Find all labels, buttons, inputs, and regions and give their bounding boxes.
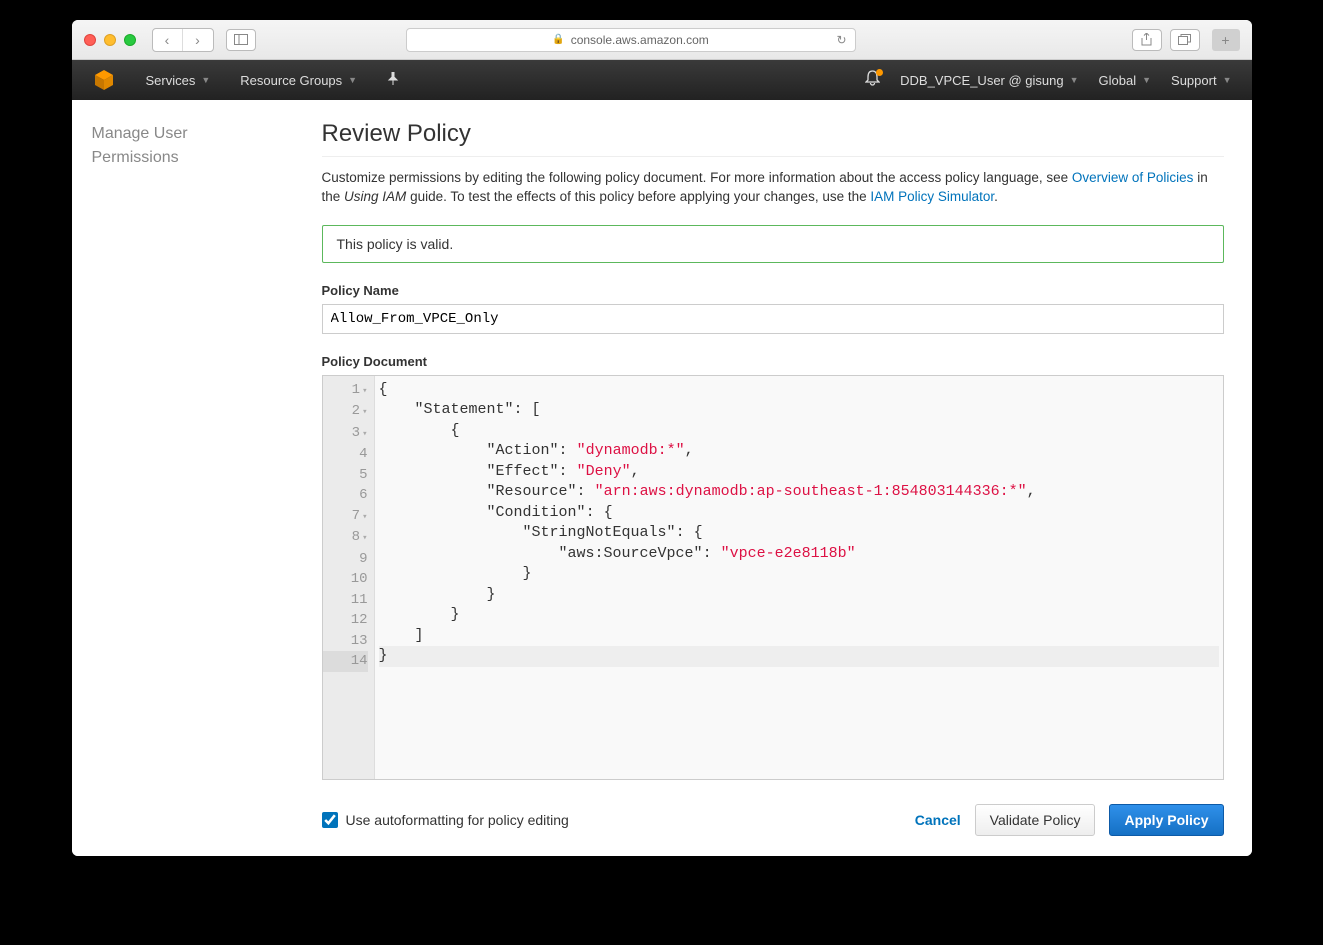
reload-icon[interactable]: ↻ [836,33,846,47]
tabs-icon [1178,34,1191,45]
page-description: Customize permissions by editing the fol… [322,169,1224,207]
main-content: Review Policy Customize permissions by e… [302,100,1252,856]
policy-name-label: Policy Name [322,283,1224,298]
validation-message: This policy is valid. [322,225,1224,263]
pin-icon[interactable] [387,72,399,89]
autoformat-checkbox[interactable]: Use autoformatting for policy editing [322,812,569,828]
page-title: Review Policy [322,120,1224,157]
tabs-button[interactable] [1170,29,1200,51]
services-label: Services [146,73,196,88]
forward-button[interactable]: › [183,29,213,51]
maximize-window-button[interactable] [124,34,136,46]
traffic-lights [84,34,136,46]
browser-right-controls: + [1132,29,1240,51]
content-area: Manage User Permissions Review Policy Cu… [72,100,1252,856]
overview-link[interactable]: Overview of Policies [1072,170,1194,185]
browser-chrome: ‹ › 🔒 console.aws.amazon.com ↻ + [72,20,1252,60]
user-label: DDB_VPCE_User @ gisung [900,73,1063,88]
share-icon [1141,33,1152,46]
bottom-bar: Use autoformatting for policy editing Ca… [322,804,1224,836]
aws-header: Services ▼ Resource Groups ▼ DDB_VPCE_Us… [72,60,1252,100]
minimize-window-button[interactable] [104,34,116,46]
policy-document-label: Policy Document [322,354,1224,369]
simulator-link[interactable]: IAM Policy Simulator [870,189,994,204]
resource-groups-menu[interactable]: Resource Groups ▼ [240,73,357,88]
region-menu[interactable]: Global ▼ [1099,73,1152,88]
close-window-button[interactable] [84,34,96,46]
url-text: console.aws.amazon.com [571,33,709,47]
region-label: Global [1099,73,1137,88]
cancel-button[interactable]: Cancel [915,812,961,828]
nav-buttons: ‹ › [152,28,214,52]
bottom-actions: Cancel Validate Policy Apply Policy [915,804,1224,836]
sidebar-icon [234,34,248,45]
policy-document-editor[interactable]: 1234567891011121314 { "Statement": [ { "… [322,375,1224,780]
sidebar-title-line2: Permissions [92,146,282,170]
notifications-icon[interactable] [865,70,880,91]
resource-groups-label: Resource Groups [240,73,342,88]
chevron-down-icon: ▼ [201,75,210,85]
apply-policy-button[interactable]: Apply Policy [1109,804,1223,836]
validate-policy-button[interactable]: Validate Policy [975,804,1096,836]
chevron-down-icon: ▼ [1142,75,1151,85]
chevron-down-icon: ▼ [1070,75,1079,85]
sidebar-title-line1: Manage User [92,122,282,146]
lock-icon: 🔒 [552,34,564,45]
editor-body[interactable]: { "Statement": [ { "Action": "dynamodb:*… [375,376,1223,779]
header-right: DDB_VPCE_User @ gisung ▼ Global ▼ Suppor… [865,70,1231,91]
user-menu[interactable]: DDB_VPCE_User @ gisung ▼ [900,73,1078,88]
services-menu[interactable]: Services ▼ [146,73,211,88]
browser-window: ‹ › 🔒 console.aws.amazon.com ↻ + Service… [72,20,1252,856]
autoformat-input[interactable] [322,812,338,828]
address-bar[interactable]: 🔒 console.aws.amazon.com ↻ [406,28,856,52]
editor-gutter: 1234567891011121314 [323,376,375,779]
new-tab-button[interactable]: + [1212,29,1240,51]
sidebar-toggle-button[interactable] [226,29,256,51]
back-button[interactable]: ‹ [153,29,183,51]
share-button[interactable] [1132,29,1162,51]
aws-cube-icon [92,68,116,92]
support-label: Support [1171,73,1217,88]
autoformat-label: Use autoformatting for policy editing [346,812,569,828]
aws-logo[interactable] [92,68,116,92]
chevron-down-icon: ▼ [1223,75,1232,85]
sidebar: Manage User Permissions [72,100,302,856]
chevron-down-icon: ▼ [348,75,357,85]
policy-name-input[interactable] [322,304,1224,334]
support-menu[interactable]: Support ▼ [1171,73,1231,88]
